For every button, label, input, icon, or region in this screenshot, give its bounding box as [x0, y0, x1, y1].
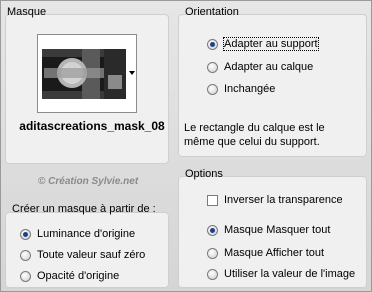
orientation-legend: Orientation — [185, 6, 239, 18]
radio-fit-layer-label: Adapter au calque — [224, 61, 314, 73]
radio-opacity[interactable]: Opacité d'origine — [20, 268, 119, 284]
mask-thumbnail-image — [38, 35, 136, 112]
radio-any-nonzero-label: Toute valeur sauf zéro — [37, 249, 146, 261]
create-mask-legend: Créer un masque à partir de : — [12, 203, 156, 215]
invert-transparency-checkbox[interactable]: Inverser la transparence — [207, 192, 343, 208]
invert-transparency-label: Inverser la transparence — [224, 194, 343, 206]
chevron-down-icon[interactable] — [129, 71, 135, 75]
radio-icon[interactable] — [20, 270, 31, 282]
radio-icon[interactable] — [207, 83, 218, 95]
radio-unchanged-label: Inchangée — [224, 83, 276, 95]
radio-opacity-label: Opacité d'origine — [37, 270, 120, 282]
radio-fit-support-label: Adapter au support — [223, 37, 319, 51]
radio-selected-icon[interactable] — [207, 38, 218, 50]
checkbox-icon[interactable] — [207, 194, 218, 206]
radio-any-nonzero[interactable]: Toute valeur sauf zéro — [20, 247, 145, 263]
radio-mask-show-all[interactable]: Masque Afficher tout — [207, 245, 324, 261]
options-legend: Options — [185, 168, 223, 180]
orientation-note: Le rectangle du calque est le même que c… — [184, 122, 325, 148]
radio-selected-icon[interactable] — [20, 228, 31, 240]
radio-mask-show-all-label: Masque Afficher tout — [224, 247, 325, 259]
radio-icon[interactable] — [20, 249, 31, 261]
radio-icon[interactable] — [207, 247, 218, 259]
watermark: © Création Sylvie.net — [38, 176, 139, 187]
radio-mask-hide-all[interactable]: Masque Masquer tout — [207, 222, 330, 238]
radio-use-image-value-label: Utiliser la valeur de l'image — [224, 268, 356, 280]
radio-use-image-value[interactable]: Utiliser la valeur de l'image — [207, 266, 355, 282]
mask-name-label: aditascreations_mask_08 — [19, 119, 165, 133]
radio-luminance-label: Luminance d'origine — [37, 228, 136, 240]
radio-unchanged[interactable]: Inchangée — [207, 81, 275, 97]
radio-fit-layer[interactable]: Adapter au calque — [207, 59, 313, 75]
radio-fit-support[interactable]: Adapter au support — [207, 36, 319, 52]
mask-legend: Masque — [7, 6, 47, 18]
radio-luminance[interactable]: Luminance d'origine — [20, 226, 135, 242]
radio-selected-icon[interactable] — [207, 224, 218, 236]
radio-icon[interactable] — [207, 61, 218, 73]
radio-mask-hide-all-label: Masque Masquer tout — [224, 224, 331, 236]
mask-thumbnail-button[interactable] — [37, 34, 137, 113]
radio-icon[interactable] — [207, 268, 218, 280]
